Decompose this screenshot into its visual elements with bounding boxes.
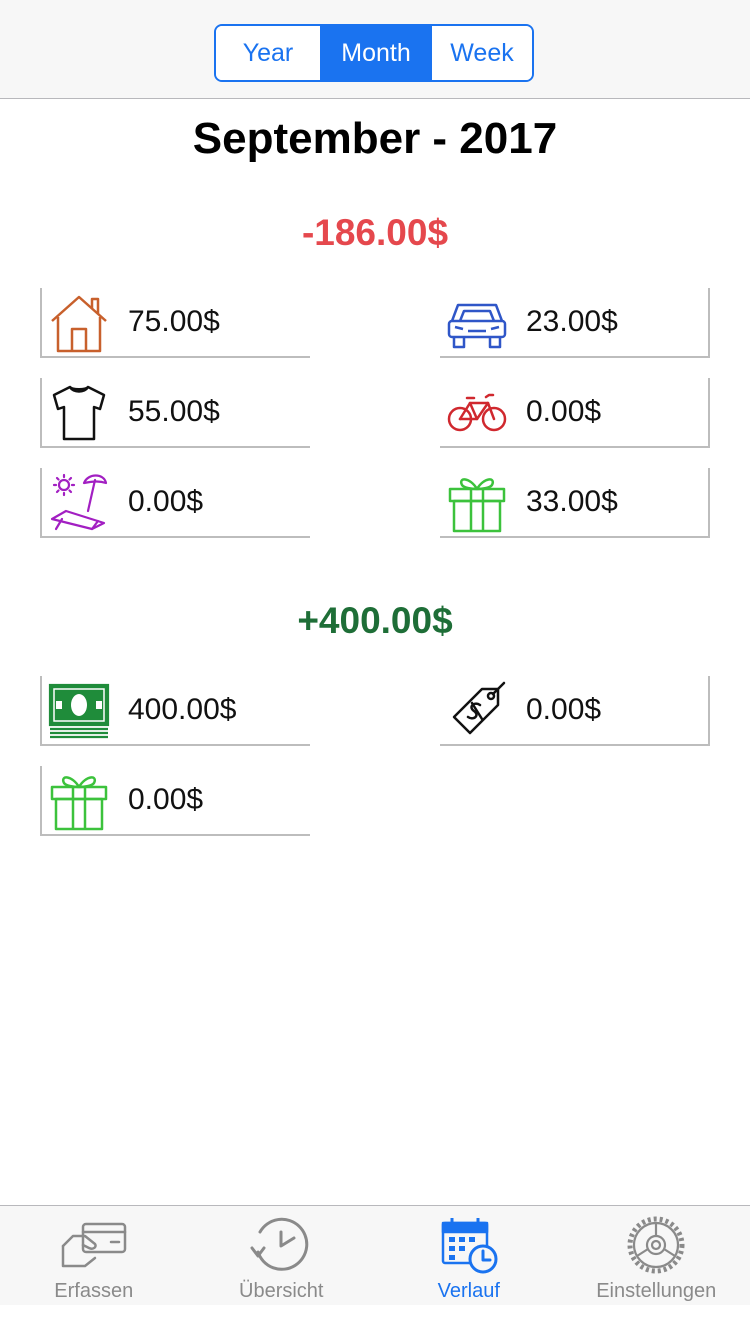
tshirt-icon <box>48 381 110 443</box>
car-icon <box>446 291 508 353</box>
tab-label: Übersicht <box>239 1280 324 1302</box>
expense-item-car[interactable]: 23.00$ <box>440 288 710 358</box>
income-item-salary[interactable]: 400.00$ <box>40 676 310 746</box>
expense-item-clothing[interactable]: 55.00$ <box>40 378 310 448</box>
income-item-gifts[interactable]: 0.00$ <box>40 766 310 836</box>
income-amount: 0.00$ <box>526 693 602 726</box>
expense-amount: 75.00$ <box>128 305 220 338</box>
tab-label: Erfassen <box>54 1280 134 1302</box>
expense-amount: 0.00$ <box>128 485 204 518</box>
expense-amount: 23.00$ <box>526 305 618 338</box>
expense-amount: 33.00$ <box>526 485 618 518</box>
tab-verlauf[interactable]: Verlauf <box>375 1206 563 1305</box>
tab-label: Einstellungen <box>596 1280 717 1302</box>
tab-uebersicht[interactable]: Übersicht <box>188 1206 376 1305</box>
tab-erfassen[interactable]: Erfassen <box>0 1206 188 1305</box>
expense-amount: 0.00$ <box>526 395 602 428</box>
clock-history-icon <box>246 1214 316 1276</box>
expense-total: -186.00$ <box>301 212 449 253</box>
page-title: September - 2017 <box>192 114 558 163</box>
tab-label: Verlauf <box>437 1280 500 1302</box>
gift-icon <box>446 471 508 533</box>
income-amount: 400.00$ <box>128 693 237 726</box>
expense-item-gifts[interactable]: 33.00$ <box>440 468 710 538</box>
beach-icon <box>48 471 110 533</box>
expense-amount: 55.00$ <box>128 395 220 428</box>
calendar-clock-icon <box>434 1214 504 1276</box>
expense-item-house[interactable]: 75.00$ <box>40 288 310 358</box>
period-segmented-control: Year Month Week <box>214 24 534 82</box>
gear-icon <box>621 1214 691 1276</box>
gift-icon <box>48 769 110 831</box>
income-total: +400.00$ <box>297 600 453 641</box>
expense-item-bicycle[interactable]: 0.00$ <box>440 378 710 448</box>
price-tag-icon <box>446 679 508 741</box>
segment-month[interactable]: Month <box>320 26 430 80</box>
house-icon <box>48 291 110 353</box>
money-icon <box>48 679 110 741</box>
income-item-sales[interactable]: 0.00$ <box>440 676 710 746</box>
segment-week[interactable]: Week <box>430 26 532 80</box>
income-amount: 0.00$ <box>128 783 204 816</box>
app: Year Month Week September - 2017 -186.00… <box>0 0 750 1334</box>
bicycle-icon <box>446 381 508 443</box>
tab-einstellungen[interactable]: Einstellungen <box>563 1206 750 1305</box>
expense-item-vacation[interactable]: 0.00$ <box>40 468 310 538</box>
segment-year[interactable]: Year <box>216 26 320 80</box>
card-payment-icon <box>59 1214 129 1276</box>
top-bar: Year Month Week <box>0 0 750 99</box>
tab-bar: Erfassen Übersicht Verlauf Einstellungen <box>0 1205 750 1305</box>
